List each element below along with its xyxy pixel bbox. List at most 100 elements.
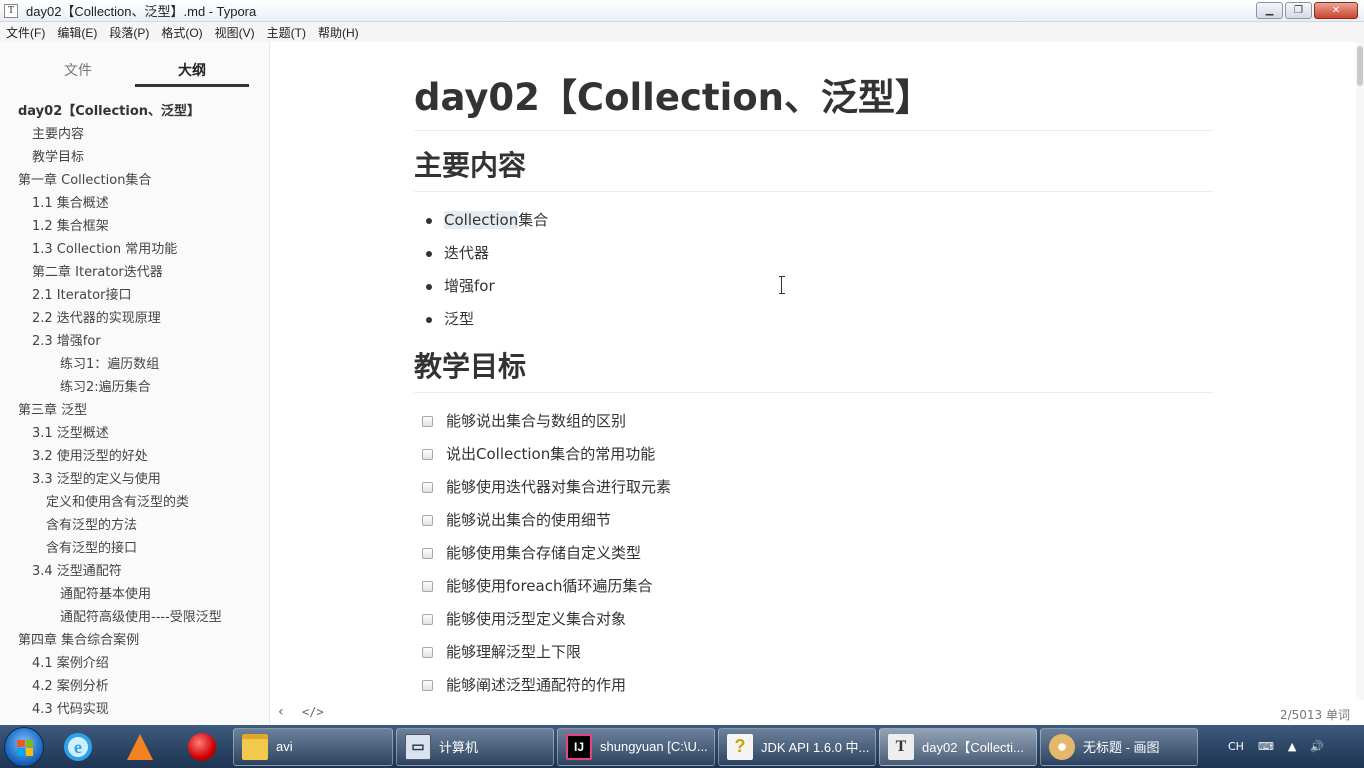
outline-item[interactable]: 定义和使用含有泛型的类: [0, 491, 269, 514]
menu-help[interactable]: 帮助(H): [312, 24, 365, 41]
editor-area[interactable]: day02【Collection、泛型】 主要内容 Collection集合 迭…: [270, 42, 1364, 700]
task-item: 能够说出集合与数组的区别: [414, 405, 1214, 438]
task-folder-avi[interactable]: avi: [233, 727, 393, 766]
outline-item[interactable]: 第四章 集合综合案例: [0, 629, 269, 652]
task-item: 能够使用集合存储自定义类型: [414, 537, 1214, 570]
word-count[interactable]: 2/5013 单词: [1280, 706, 1350, 723]
list-item[interactable]: 增强for: [414, 270, 1214, 303]
ime-indicator[interactable]: CH: [1228, 740, 1244, 753]
bullet-icon: [426, 284, 432, 290]
list-item-text: 集合: [518, 211, 549, 229]
task-item: 说出Collection集合的常用功能: [414, 438, 1214, 471]
title-bar: T day02【Collection、泛型】.md - Typora ▁ ❐ ✕: [0, 0, 1364, 22]
task-text: 能够使用迭代器对集合进行取元素: [446, 478, 672, 496]
minimize-button[interactable]: ▁: [1256, 2, 1283, 19]
document-title: day02【Collection、泛型】: [414, 76, 1214, 131]
outline-item[interactable]: 教学目标: [0, 146, 269, 169]
tab-outline[interactable]: 大纲: [135, 42, 249, 87]
outline-item[interactable]: 1.3 Collection 常用功能: [0, 238, 269, 261]
menu-paragraph[interactable]: 段落(P): [103, 24, 155, 41]
task-checkbox[interactable]: [422, 416, 433, 427]
task-checkbox[interactable]: [422, 548, 433, 559]
outline-item[interactable]: 练习2:遍历集合: [0, 376, 269, 399]
outline-item[interactable]: 第一章 Collection集合: [0, 169, 269, 192]
close-button[interactable]: ✕: [1314, 2, 1358, 19]
task-paint[interactable]: 无标题 - 画图: [1040, 727, 1198, 766]
outline-item[interactable]: 1.2 集合框架: [0, 215, 269, 238]
outline-item[interactable]: 含有泛型的方法: [0, 514, 269, 537]
tab-files[interactable]: 文件: [21, 42, 135, 88]
outline-list: day02【Collection、泛型】 主要内容 教学目标 第一章 Collecti…: [0, 88, 269, 721]
vlc-icon: [127, 733, 153, 760]
task-checkbox[interactable]: [422, 680, 433, 691]
source-mode-icon[interactable]: </>: [302, 705, 324, 719]
outline-item[interactable]: 第二章 Iterator迭代器: [0, 261, 269, 284]
task-label: 无标题 - 画图: [1083, 740, 1160, 755]
menu-file[interactable]: 文件(F): [0, 24, 51, 41]
pinned-vlc[interactable]: [112, 727, 168, 767]
pinned-recorder[interactable]: [174, 727, 230, 767]
computer-icon: ▭: [405, 733, 431, 760]
outline-item[interactable]: 2.3 增强for: [0, 330, 269, 353]
task-checkbox[interactable]: [422, 614, 433, 625]
task-label: shungyuan [C:\U...: [600, 739, 708, 754]
outline-item[interactable]: 第三章 泛型: [0, 399, 269, 422]
task-checkbox[interactable]: [422, 482, 433, 493]
outline-item[interactable]: 练习1：遍历数组: [0, 353, 269, 376]
task-checkbox[interactable]: [422, 449, 433, 460]
outline-item[interactable]: 2.2 迭代器的实现原理: [0, 307, 269, 330]
outline-item[interactable]: 通配符基本使用: [0, 583, 269, 606]
task-text: 能够说出集合的使用细节: [446, 511, 612, 529]
sidebar: 文件 大纲 day02【Collection、泛型】 主要内容 教学目标 第一章 Co…: [0, 42, 270, 725]
window-controls: ▁ ❐ ✕: [1254, 2, 1358, 19]
task-text: 能够阐述泛型通配符的作用: [446, 676, 627, 694]
task-intellij[interactable]: IJ shungyuan [C:\U...: [557, 727, 715, 766]
start-button[interactable]: [4, 726, 44, 767]
list-item-text: 泛型: [444, 310, 475, 328]
paint-icon: [1049, 733, 1075, 760]
menu-edit[interactable]: 编辑(E): [51, 24, 103, 41]
pinned-ie[interactable]: e: [50, 727, 106, 767]
document-content: day02【Collection、泛型】 主要内容 Collection集合 迭…: [414, 42, 1214, 700]
outline-item[interactable]: 4.1 案例介绍: [0, 652, 269, 675]
recorder-icon: [188, 732, 216, 761]
task-computer[interactable]: ▭ 计算机: [396, 727, 554, 766]
editor-scrollbar[interactable]: [1356, 42, 1364, 700]
task-checkbox[interactable]: [422, 581, 433, 592]
menu-view[interactable]: 视图(V): [209, 24, 261, 41]
task-jdk-api[interactable]: ? JDK API 1.6.0 中...: [718, 727, 876, 766]
volume-icon[interactable]: 🔊: [1310, 740, 1324, 753]
scrollbar-thumb[interactable]: [1357, 46, 1363, 86]
toggle-sidebar-icon[interactable]: ‹: [278, 704, 284, 720]
task-text: 能够理解泛型上下限: [446, 643, 582, 661]
outline-item[interactable]: 含有泛型的接口: [0, 537, 269, 560]
task-item: 能够理解泛型上下限: [414, 636, 1214, 669]
list-item[interactable]: 泛型: [414, 303, 1214, 336]
bullet-icon: [426, 251, 432, 257]
outline-item[interactable]: day02【Collection、泛型】: [0, 100, 269, 123]
task-checkbox[interactable]: [422, 515, 433, 526]
keyboard-icon[interactable]: ⌨: [1258, 740, 1274, 753]
task-text: 能够说出集合与数组的区别: [446, 412, 627, 430]
task-text: 能够使用foreach循环遍历集合: [446, 577, 653, 595]
outline-item[interactable]: 3.1 泛型概述: [0, 422, 269, 445]
outline-item[interactable]: 1.1 集合概述: [0, 192, 269, 215]
restore-button[interactable]: ❐: [1285, 2, 1312, 19]
intellij-icon: IJ: [566, 733, 592, 760]
menu-theme[interactable]: 主题(T): [261, 24, 312, 41]
help-icon: ?: [727, 733, 753, 760]
list-item[interactable]: 迭代器: [414, 237, 1214, 270]
task-typora[interactable]: T day02【Collecti...: [879, 727, 1037, 766]
outline-item[interactable]: 2.1 Iterator接口: [0, 284, 269, 307]
outline-item[interactable]: 通配符高级使用----受限泛型: [0, 606, 269, 629]
outline-item[interactable]: 3.3 泛型的定义与使用: [0, 468, 269, 491]
tray-expand-icon[interactable]: ▲: [1288, 740, 1296, 753]
outline-item[interactable]: 3.2 使用泛型的好处: [0, 445, 269, 468]
task-checkbox[interactable]: [422, 647, 433, 658]
outline-item[interactable]: 4.2 案例分析: [0, 675, 269, 698]
outline-item[interactable]: 4.3 代码实现: [0, 698, 269, 721]
outline-item[interactable]: 主要内容: [0, 123, 269, 146]
menu-format[interactable]: 格式(O): [155, 24, 208, 41]
list-item[interactable]: Collection集合: [414, 204, 1214, 237]
outline-item[interactable]: 3.4 泛型通配符: [0, 560, 269, 583]
